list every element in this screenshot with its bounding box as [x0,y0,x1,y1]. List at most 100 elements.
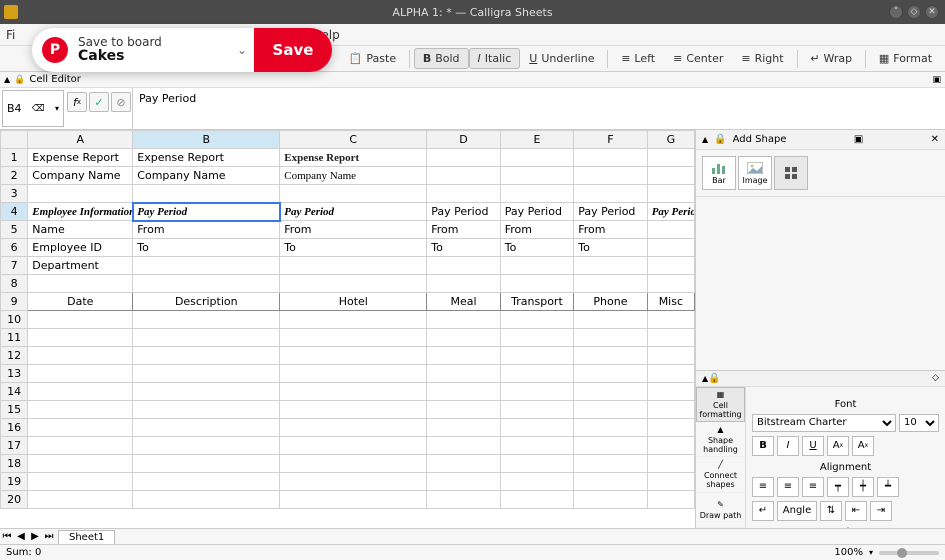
italic-button[interactable]: I [777,436,799,456]
cell-G3[interactable] [647,185,694,203]
font-size-select[interactable]: 10 [899,414,939,432]
cell-G11[interactable] [647,329,694,347]
column-header-A[interactable]: A [28,131,133,149]
cell-E4[interactable]: Pay Period [500,203,573,221]
cell-B12[interactable] [133,347,280,365]
cell-C6[interactable]: To [280,239,427,257]
vertical-text-button[interactable]: ⇅ [820,501,842,521]
cell-C3[interactable] [280,185,427,203]
cell-F8[interactable] [574,275,647,293]
window-maximize-icon[interactable]: ◇ [907,5,921,19]
row-header-10[interactable]: 10 [1,311,28,329]
row-header-19[interactable]: 19 [1,473,28,491]
pinterest-save-button[interactable]: Save [254,28,332,72]
row-header-17[interactable]: 17 [1,437,28,455]
tool-draw-path[interactable]: ✎Draw path [696,493,745,528]
cell-B18[interactable] [133,455,280,473]
cell-B11[interactable] [133,329,280,347]
cell-A14[interactable] [28,383,133,401]
cell-F18[interactable] [574,455,647,473]
cell-G13[interactable] [647,365,694,383]
cell-F7[interactable] [574,257,647,275]
cell-A11[interactable] [28,329,133,347]
cell-B14[interactable] [133,383,280,401]
window-close-icon[interactable]: ✕ [925,5,939,19]
cell-F10[interactable] [574,311,647,329]
cell-G5[interactable] [647,221,694,239]
cell-C15[interactable] [280,401,427,419]
menu-file-fragment[interactable]: Fi [6,28,15,42]
cell-F20[interactable] [574,491,647,509]
cell-D9[interactable]: Meal [427,293,500,311]
chevron-down-icon[interactable]: ▾ [869,548,873,557]
row-header-12[interactable]: 12 [1,347,28,365]
cell-D8[interactable] [427,275,500,293]
cell-F4[interactable]: Pay Period [574,203,647,221]
cell-G16[interactable] [647,419,694,437]
cell-D1[interactable] [427,149,500,167]
halign-center-button[interactable]: ≡ [777,477,799,497]
cell-C8[interactable] [280,275,427,293]
cell-D15[interactable] [427,401,500,419]
column-header-B[interactable]: B [133,131,280,149]
cell-D14[interactable] [427,383,500,401]
cell-F19[interactable] [574,473,647,491]
cell-G2[interactable] [647,167,694,185]
underline-button[interactable]: UUnderline [520,48,603,69]
cell-A4[interactable]: Employee Information [28,203,133,221]
cell-D12[interactable] [427,347,500,365]
cell-G18[interactable] [647,455,694,473]
cell-F3[interactable] [574,185,647,203]
cell-C2[interactable]: Company Name [280,167,427,185]
cell-C20[interactable] [280,491,427,509]
cell-E17[interactable] [500,437,573,455]
cell-A16[interactable] [28,419,133,437]
row-header-6[interactable]: 6 [1,239,28,257]
cell-C1[interactable]: Expense Report [280,149,427,167]
cell-C18[interactable] [280,455,427,473]
cell-D13[interactable] [427,365,500,383]
sheet-nav-last[interactable]: ⏭ [42,531,56,542]
lock-icon[interactable]: 🔒 [14,75,25,85]
cell-E14[interactable] [500,383,573,401]
paste-button[interactable]: 📋Paste [340,48,405,69]
cell-E7[interactable] [500,257,573,275]
cell-E3[interactable] [500,185,573,203]
cell-D7[interactable] [427,257,500,275]
cell-G7[interactable] [647,257,694,275]
row-header-5[interactable]: 5 [1,221,28,239]
cell-D11[interactable] [427,329,500,347]
column-header-D[interactable]: D [427,131,500,149]
tool-shape-handling[interactable]: ▲Shape handling [696,422,745,457]
valign-bottom-button[interactable]: ┷ [877,477,899,497]
cell-E11[interactable] [500,329,573,347]
triangle-up-icon[interactable]: ▲ [4,75,10,84]
column-header-E[interactable]: E [500,131,573,149]
bold-button[interactable]: B [752,436,774,456]
cell-C5[interactable]: From [280,221,427,239]
cell-B13[interactable] [133,365,280,383]
cell-G12[interactable] [647,347,694,365]
cell-B2[interactable]: Company Name [133,167,280,185]
cell-B19[interactable] [133,473,280,491]
cell-E18[interactable] [500,455,573,473]
triangle-up-icon[interactable]: ▲ [702,135,708,144]
wrap-button[interactable]: ↵Wrap [801,48,861,69]
cell-A7[interactable]: Department [28,257,133,275]
cancel-button[interactable]: ⊘ [111,92,131,112]
cell-A5[interactable]: Name [28,221,133,239]
zoom-level[interactable]: 100% [834,547,863,558]
cell-G17[interactable] [647,437,694,455]
cell-E12[interactable] [500,347,573,365]
valign-middle-button[interactable]: ┿ [852,477,874,497]
cell-D20[interactable] [427,491,500,509]
cell-A6[interactable]: Employee ID [28,239,133,257]
row-header-9[interactable]: 9 [1,293,28,311]
cell-E8[interactable] [500,275,573,293]
sheet-nav-prev[interactable]: ◀ [14,531,28,542]
cell-G14[interactable] [647,383,694,401]
cell-E16[interactable] [500,419,573,437]
cell-C7[interactable] [280,257,427,275]
cell-G9[interactable]: Misc [647,293,694,311]
cell-B16[interactable] [133,419,280,437]
